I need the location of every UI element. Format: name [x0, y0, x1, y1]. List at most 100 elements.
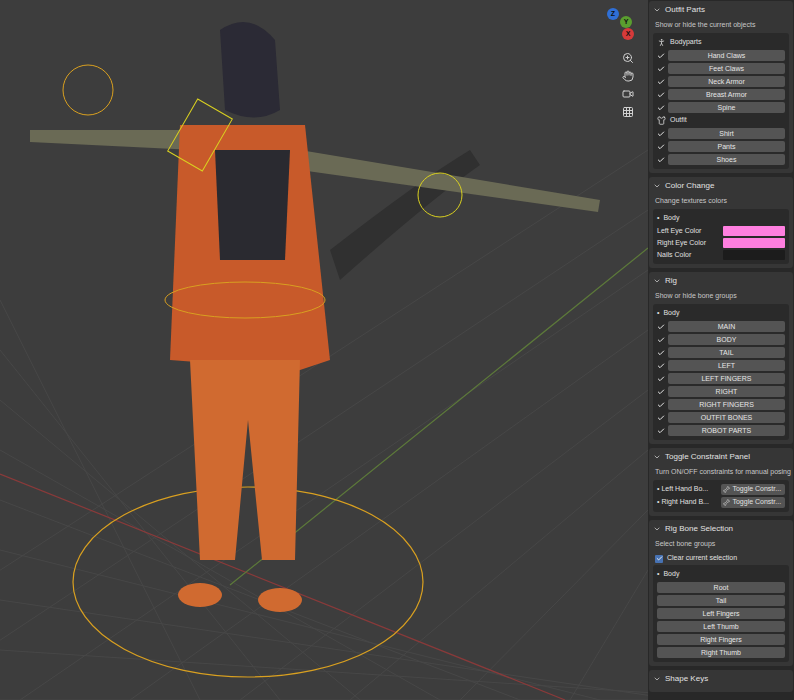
panel-header[interactable]: Toggle Constraint Panel	[649, 448, 793, 466]
shirt-icon	[657, 116, 666, 125]
3d-viewport[interactable]: ZYX	[0, 0, 648, 700]
camera-icon[interactable]	[622, 88, 634, 100]
chevron-icon	[653, 525, 661, 533]
panel-header[interactable]: Rig Bone Selection	[649, 520, 793, 538]
select-button[interactable]: Right Thumb	[657, 647, 785, 658]
checkbox[interactable]	[657, 52, 665, 60]
toggle-button[interactable]: MAIN	[668, 321, 785, 332]
panel: RigShow or hide bone groups•BodyMAINBODY…	[649, 272, 793, 444]
toggle-button[interactable]: LEFT FINGERS	[668, 373, 785, 384]
toggle-row[interactable]: LEFT	[657, 359, 785, 372]
toggle-row[interactable]: Shirt	[657, 127, 785, 140]
panel: Outfit PartsShow or hide the current obj…	[649, 1, 793, 173]
toggle-button[interactable]: RIGHT	[668, 386, 785, 397]
panel-title: Color Change	[665, 180, 714, 192]
chevron-icon	[653, 453, 661, 461]
clear-selection-row[interactable]: Clear current selection	[649, 552, 793, 565]
bullet: •	[657, 497, 659, 508]
gizmo-axis[interactable]: Z	[607, 8, 619, 20]
zoom-icon[interactable]	[622, 52, 634, 64]
panel-header[interactable]: Color Change	[649, 177, 793, 195]
select-button[interactable]: Left Thumb	[657, 621, 785, 632]
panel-header[interactable]: Outfit Parts	[649, 1, 793, 19]
toggle-row[interactable]: MAIN	[657, 320, 785, 333]
color-swatch[interactable]	[723, 226, 785, 236]
color-swatch[interactable]	[723, 238, 785, 248]
panel-header[interactable]: Shape Keys	[649, 670, 793, 688]
panel-box: •BodyMAIN BODY TAIL LEFT LEFT FINGERS RIGHT RI…	[653, 304, 789, 440]
checkbox[interactable]	[657, 143, 665, 151]
toggle-button[interactable]: ROBOT PARTS	[668, 425, 785, 436]
checkbox[interactable]	[655, 555, 663, 563]
check-icon	[657, 91, 665, 99]
gizmo-axis[interactable]: Y	[620, 16, 632, 28]
sidebar: Outfit PartsShow or hide the current obj…	[648, 0, 794, 700]
group-label: •Body	[657, 307, 785, 320]
checkbox[interactable]	[657, 104, 665, 112]
panel-box: •Left Hand Bo...Toggle Constr...•Right H…	[653, 480, 789, 512]
panel-header[interactable]: Rig	[649, 272, 793, 290]
panel: Shape Keys	[649, 670, 793, 692]
toggle-row[interactable]: Pants	[657, 140, 785, 153]
checkbox[interactable]	[657, 65, 665, 73]
toggle-row[interactable]: Hand Claws	[657, 49, 785, 62]
toggle-constraint-button[interactable]: Toggle Constr...	[721, 497, 785, 508]
toggle-row[interactable]: Feet Claws	[657, 62, 785, 75]
select-button[interactable]: Tail	[657, 595, 785, 606]
checkbox[interactable]	[657, 349, 665, 357]
check-icon	[657, 143, 665, 151]
toggle-button[interactable]: TAIL	[668, 347, 785, 358]
toggle-button[interactable]: BODY	[668, 334, 785, 345]
toggle-row[interactable]: Spine	[657, 101, 785, 114]
color-swatch[interactable]	[723, 250, 785, 260]
toggle-row[interactable]: Neck Armor	[657, 75, 785, 88]
select-button[interactable]: Left Fingers	[657, 608, 785, 619]
checkbox[interactable]	[657, 362, 665, 370]
checkbox[interactable]	[657, 336, 665, 344]
checkbox[interactable]	[657, 323, 665, 331]
pan-hand-icon[interactable]	[622, 70, 634, 82]
check-icon	[657, 401, 665, 409]
toggle-button[interactable]: Hand Claws	[668, 50, 785, 61]
panel-title: Toggle Constraint Panel	[665, 451, 750, 463]
bone-icon	[723, 486, 730, 493]
check-icon	[657, 427, 665, 435]
gizmo-axis[interactable]: X	[622, 28, 634, 40]
toggle-row[interactable]: RIGHT FINGERS	[657, 398, 785, 411]
checkbox[interactable]	[657, 388, 665, 396]
toggle-button[interactable]: Breast Armor	[668, 89, 785, 100]
toggle-button[interactable]: Shoes	[668, 154, 785, 165]
panel: Color ChangeChange textures colors•BodyL…	[649, 177, 793, 268]
checkbox[interactable]	[657, 401, 665, 409]
checkbox[interactable]	[657, 156, 665, 164]
checkbox[interactable]	[657, 414, 665, 422]
toggle-row[interactable]: TAIL	[657, 346, 785, 359]
panel-description: Select bone groups	[649, 538, 793, 552]
toggle-button[interactable]: OUTFIT BONES	[668, 412, 785, 423]
toggle-row[interactable]: LEFT FINGERS	[657, 372, 785, 385]
toggle-button[interactable]: RIGHT FINGERS	[668, 399, 785, 410]
checkbox[interactable]	[657, 130, 665, 138]
toggle-button[interactable]: Pants	[668, 141, 785, 152]
toggle-row[interactable]: RIGHT	[657, 385, 785, 398]
toggle-row[interactable]: Breast Armor	[657, 88, 785, 101]
checkbox[interactable]	[657, 91, 665, 99]
toggle-button[interactable]: Shirt	[668, 128, 785, 139]
toggle-row[interactable]: OUTFIT BONES	[657, 411, 785, 424]
toggle-row[interactable]: Shoes	[657, 153, 785, 166]
toggle-button[interactable]: Spine	[668, 102, 785, 113]
toggle-button[interactable]: Neck Armor	[668, 76, 785, 87]
check-icon	[657, 414, 665, 422]
checkbox[interactable]	[657, 375, 665, 383]
checkbox[interactable]	[657, 427, 665, 435]
select-button[interactable]: Right Fingers	[657, 634, 785, 645]
toggle-row[interactable]: BODY	[657, 333, 785, 346]
toggle-button[interactable]: Feet Claws	[668, 63, 785, 74]
toggle-button[interactable]: LEFT	[668, 360, 785, 371]
toggle-constraint-button[interactable]: Toggle Constr...	[721, 484, 785, 495]
scene-drawing	[0, 0, 648, 700]
grid-icon[interactable]	[622, 106, 634, 118]
checkbox[interactable]	[657, 78, 665, 86]
select-button[interactable]: Root	[657, 582, 785, 593]
toggle-row[interactable]: ROBOT PARTS	[657, 424, 785, 437]
